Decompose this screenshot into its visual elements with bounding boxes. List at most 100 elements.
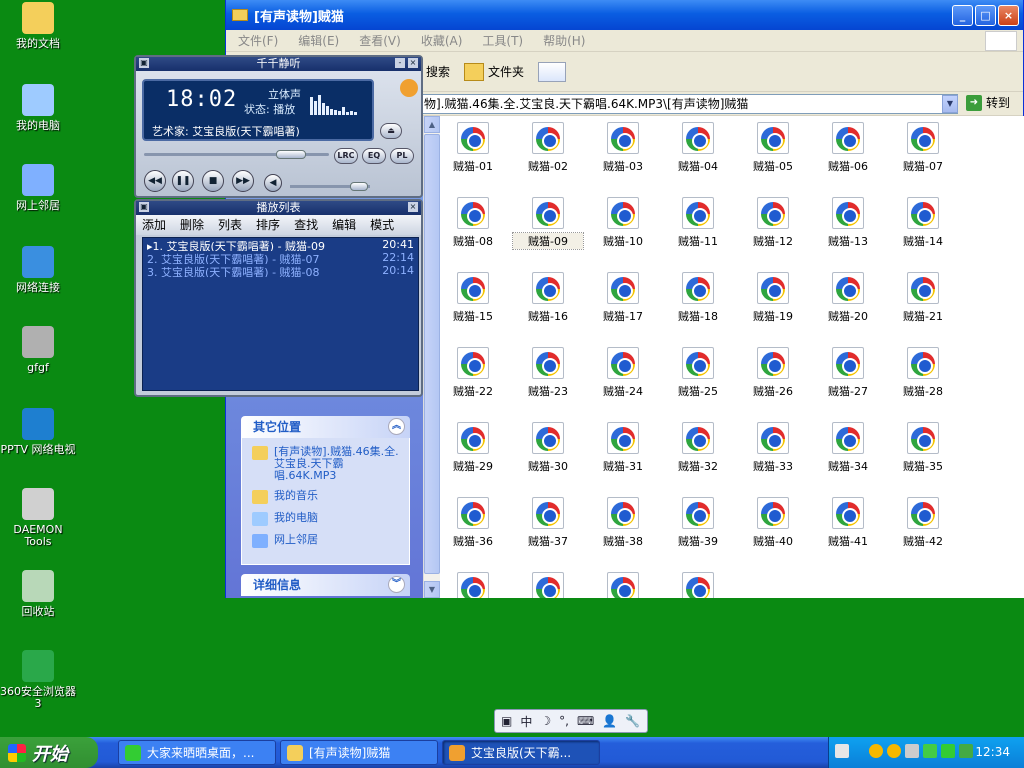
file-item[interactable]: 贼猫-15 — [438, 272, 508, 324]
playlist-close-button[interactable]: × — [408, 202, 418, 212]
taskbar-button[interactable]: 艾宝良版(天下霸... — [442, 740, 600, 765]
previous-button[interactable]: ◀◀ — [144, 170, 166, 192]
file-item[interactable]: 贼猫-05 — [738, 122, 808, 174]
qq-tray-icon[interactable] — [869, 744, 883, 758]
file-item[interactable]: 贼猫-22 — [438, 347, 508, 399]
desktop-icon-1[interactable]: 我的电脑 — [0, 84, 76, 132]
expand-chevron-icon[interactable]: ︾ — [388, 576, 405, 593]
file-item[interactable]: 贼猫-39 — [663, 497, 733, 549]
file-item[interactable]: 贼猫-24 — [588, 347, 658, 399]
playlist-menu-item[interactable]: 删除 — [180, 215, 204, 235]
file-item[interactable]: 贼猫-35 — [888, 422, 958, 474]
pl-button[interactable]: PL — [390, 148, 414, 164]
volume-knob[interactable] — [350, 182, 368, 191]
menu-item[interactable]: 收藏(A) — [421, 32, 463, 49]
file-item[interactable]: 贼猫-21 — [888, 272, 958, 324]
ime-punct-icon[interactable]: °, — [559, 714, 569, 728]
file-item[interactable]: 贼猫-23 — [513, 347, 583, 399]
eject-button[interactable]: ⏏ — [380, 123, 402, 139]
playlist-menu-item[interactable]: 查找 — [294, 215, 318, 235]
file-item[interactable] — [588, 572, 658, 598]
file-item[interactable]: 贼猫-14 — [888, 197, 958, 249]
close-button[interactable]: × — [998, 5, 1019, 26]
playlist-row[interactable]: 2. 艾宝良版(天下霸唱著) - 贼猫-07 22:14 — [143, 251, 418, 264]
file-item[interactable]: 贼猫-07 — [888, 122, 958, 174]
playlist-menu-item[interactable]: 列表 — [218, 215, 242, 235]
ime-settings-icon[interactable]: 🔧 — [625, 714, 640, 728]
menu-item[interactable]: 工具(T) — [482, 32, 523, 49]
file-item[interactable] — [663, 572, 733, 598]
file-item[interactable]: 贼猫-19 — [738, 272, 808, 324]
playlist-menu-item[interactable]: 模式 — [370, 215, 394, 235]
file-item[interactable]: 贼猫-12 — [738, 197, 808, 249]
file-item[interactable]: 贼猫-42 — [888, 497, 958, 549]
file-item[interactable]: 贼猫-36 — [438, 497, 508, 549]
taskbar-button[interactable]: 大家来晒晒桌面，... — [118, 740, 276, 765]
file-item[interactable]: 贼猫-01 — [438, 122, 508, 174]
ime-halfwidth-icon[interactable]: ☽ — [540, 714, 551, 728]
menu-item[interactable]: 文件(F) — [238, 32, 278, 49]
minimize-button[interactable]: _ — [952, 5, 973, 26]
address-dropdown-icon[interactable]: ▼ — [942, 95, 958, 113]
file-item[interactable]: 贼猫-06 — [813, 122, 883, 174]
player-minimize-button[interactable]: - — [395, 58, 405, 68]
desktop-icon-3[interactable]: 网络连接 — [0, 246, 76, 294]
playlist-menu-item[interactable]: 编辑 — [332, 215, 356, 235]
ime-keyboard-icon[interactable]: ⌨ — [577, 714, 594, 728]
file-item[interactable]: 贼猫-28 — [888, 347, 958, 399]
seek-bar[interactable] — [144, 150, 329, 159]
playlist-menu-item[interactable]: 添加 — [142, 215, 166, 235]
file-item[interactable]: 贼猫-04 — [663, 122, 733, 174]
menu-item[interactable]: 查看(V) — [359, 32, 401, 49]
file-item[interactable] — [513, 572, 583, 598]
file-item[interactable]: 贼猫-41 — [813, 497, 883, 549]
maximize-button[interactable]: □ — [975, 5, 996, 26]
qq-tray-icon-2[interactable] — [887, 744, 901, 758]
ime-mode[interactable]: 中 — [520, 713, 532, 730]
file-item[interactable]: 贼猫-30 — [513, 422, 583, 474]
ime-logo-icon[interactable]: ▣ — [501, 714, 512, 728]
playlist-row[interactable]: ▸1. 艾宝良版(天下霸唱著) - 贼猫-09 20:41 — [143, 238, 418, 251]
ime-user-icon[interactable]: 👤 — [602, 714, 617, 728]
file-item[interactable] — [438, 572, 508, 598]
desktop-icon-0[interactable]: 我的文档 — [0, 2, 76, 50]
details-header[interactable]: 详细信息 ︾ — [241, 574, 410, 596]
explorer-titlebar[interactable]: [有声读物]贼猫 _ □ × — [226, 0, 1023, 30]
player-menu-icon[interactable]: ▣ — [139, 58, 149, 68]
scroll-up-icon[interactable]: ▲ — [424, 116, 440, 133]
other-places-header[interactable]: 其它位置 ︽ — [241, 416, 410, 438]
file-item[interactable]: 贼猫-13 — [813, 197, 883, 249]
file-item[interactable]: 贼猫-32 — [663, 422, 733, 474]
clock[interactable]: 12:34 — [975, 745, 1010, 759]
file-item[interactable]: 贼猫-40 — [738, 497, 808, 549]
file-item[interactable]: 贼猫-10 — [588, 197, 658, 249]
file-item[interactable]: 贼猫-17 — [588, 272, 658, 324]
desktop-icon-7[interactable]: 回收站 — [0, 570, 76, 618]
file-item[interactable]: 贼猫-08 — [438, 197, 508, 249]
file-item[interactable]: 贼猫-31 — [588, 422, 658, 474]
file-item[interactable]: 贼猫-02 — [513, 122, 583, 174]
go-button[interactable]: ➜ 转到 — [966, 94, 1010, 111]
file-item[interactable]: 贼猫-09 — [512, 197, 584, 250]
volume-tray-icon[interactable] — [905, 744, 919, 758]
volume-slider[interactable] — [290, 182, 370, 191]
desktop-icon-6[interactable]: DAEMON Tools — [0, 488, 76, 548]
other-places-link[interactable]: 网上邻居 — [252, 534, 403, 548]
scroll-thumb[interactable] — [424, 134, 440, 574]
file-item[interactable]: 贼猫-38 — [588, 497, 658, 549]
file-item[interactable]: 贼猫-37 — [513, 497, 583, 549]
file-item[interactable]: 贼猫-16 — [513, 272, 583, 324]
folders-button[interactable]: 文件夹 — [464, 62, 524, 81]
taskbar-button[interactable]: [有声读物]贼猫 — [280, 740, 438, 765]
file-item[interactable]: 贼猫-25 — [663, 347, 733, 399]
file-item[interactable]: 贼猫-18 — [663, 272, 733, 324]
eq-button[interactable]: EQ — [362, 148, 386, 164]
player-close-button[interactable]: × — [408, 58, 418, 68]
volume-icon[interactable]: ◀ — [264, 174, 282, 192]
vertical-scrollbar[interactable]: ▲ ▼ — [423, 116, 440, 598]
playlist-menu-icon[interactable]: ▣ — [139, 202, 149, 212]
file-item[interactable]: 贼猫-29 — [438, 422, 508, 474]
desktop-icon-8[interactable]: 360安全浏览器 3 — [0, 650, 76, 710]
playlist-titlebar[interactable]: ▣ 播放列表 × — [136, 201, 421, 215]
player-titlebar[interactable]: ▣ 千千静听 - × — [136, 57, 421, 71]
